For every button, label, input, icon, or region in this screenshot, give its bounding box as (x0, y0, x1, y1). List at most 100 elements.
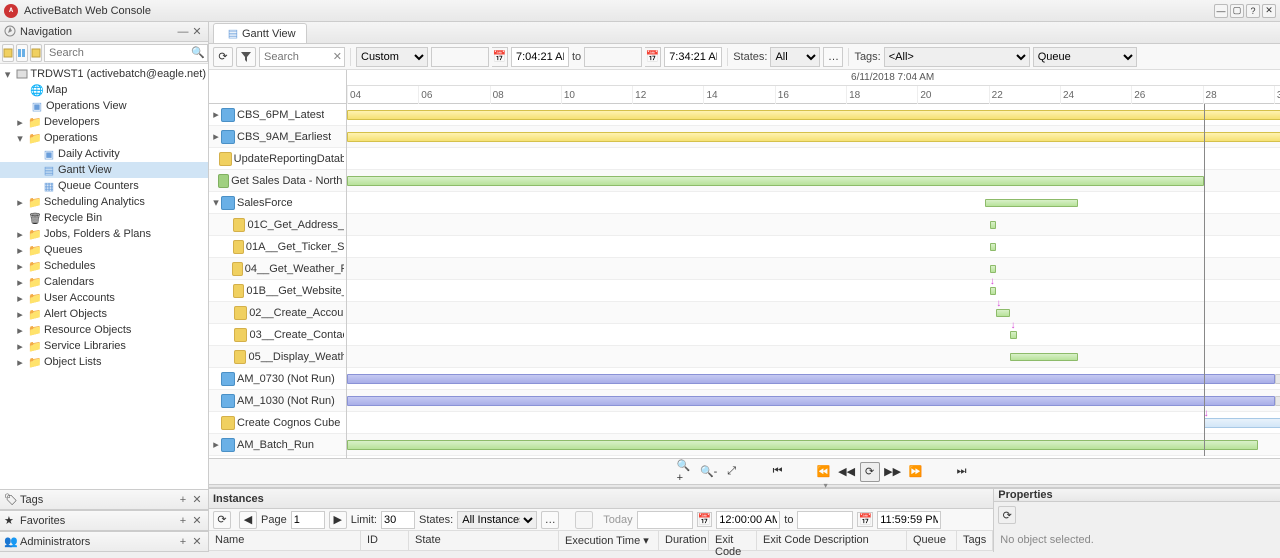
add-icon[interactable]: + (176, 514, 190, 528)
help-button[interactable]: ? (1246, 4, 1260, 18)
gantt-bar[interactable] (1275, 396, 1280, 406)
from-time-input[interactable] (716, 511, 780, 529)
col-tags[interactable]: Tags (957, 531, 993, 550)
panel-close-icon[interactable]: ✕ (190, 25, 204, 39)
gantt-row[interactable] (347, 434, 1280, 456)
gantt-bar[interactable] (996, 309, 1010, 317)
expand-icon[interactable]: ▸ (14, 116, 26, 129)
gantt-row-label[interactable]: AM_0730 (Not Run) (209, 368, 346, 390)
gantt-row-label[interactable]: Get Sales Data - North America (209, 170, 346, 192)
gantt-row-label[interactable]: 01A__Get_Ticker_Symbol (209, 236, 346, 258)
from-time-input[interactable] (511, 47, 569, 67)
gantt-row[interactable] (347, 126, 1280, 148)
gantt-bar[interactable] (985, 199, 1078, 207)
gantt-row-label[interactable]: 03__Create_Contact (209, 324, 346, 346)
nav-tool-1[interactable] (2, 44, 14, 62)
expand-icon[interactable]: ▸ (14, 276, 26, 289)
to-time-input[interactable] (664, 47, 722, 67)
gantt-row-label[interactable]: 02__Create_Account (209, 302, 346, 324)
gantt-row-label[interactable]: ▾SalesForce (209, 192, 346, 214)
calendar-icon[interactable]: 📅 (492, 47, 508, 67)
fit-button[interactable]: ⤢ (722, 462, 742, 482)
maximize-button[interactable]: ▢ (1230, 4, 1244, 18)
expand-icon[interactable]: ▸ (14, 260, 26, 273)
gantt-row[interactable] (347, 390, 1280, 412)
gantt-row[interactable] (347, 148, 1280, 170)
tree-map[interactable]: 🌐Map (0, 82, 208, 98)
rewind-fast-button[interactable]: ⏪ (814, 462, 834, 482)
col-state[interactable]: State (409, 531, 559, 550)
col-execution-time[interactable]: Execution Time ▾ (559, 531, 659, 550)
to-time-input[interactable] (877, 511, 941, 529)
skip-end-button[interactable]: ⏭ (952, 462, 972, 482)
favorites-panel-header[interactable]: ★ Favorites + ✕ (0, 511, 208, 531)
navigation-tree[interactable]: ▾ TRDWST1 (activebatch@eagle.net) 🌐Map ▣… (0, 64, 208, 489)
gantt-row[interactable] (347, 368, 1280, 390)
gantt-row[interactable]: ↓ (347, 280, 1280, 302)
col-exit-code-desc[interactable]: Exit Code Description (757, 531, 907, 550)
gantt-rows[interactable]: ↓↓↓↓ (347, 104, 1280, 456)
states-more-button[interactable]: … (823, 47, 843, 67)
gantt-bar[interactable] (990, 243, 997, 251)
calendar-icon[interactable]: 📅 (857, 512, 873, 527)
col-exit-code[interactable]: Exit Code (709, 531, 757, 550)
nav-tool-3[interactable] (30, 44, 42, 62)
refresh-button[interactable]: ⟳ (213, 47, 233, 67)
gantt-row[interactable] (347, 104, 1280, 126)
gantt-row-label[interactable]: 01B__Get_Website_URL (209, 280, 346, 302)
gantt-row-label[interactable]: 05__Display_Weather (209, 346, 346, 368)
tree-root[interactable]: ▾ TRDWST1 (activebatch@eagle.net) (0, 66, 208, 82)
tree-schedules[interactable]: ▸📁Schedules (0, 258, 208, 274)
expand-icon[interactable]: ▸ (211, 108, 221, 121)
tree-recycle-bin[interactable]: 🗑Recycle Bin (0, 210, 208, 226)
states-more-button[interactable]: … (541, 511, 559, 529)
gantt-row-label[interactable]: 04__Get_Weather_Forecast (209, 258, 346, 280)
expand-icon[interactable]: ▸ (14, 228, 26, 241)
close-icon[interactable]: ✕ (190, 535, 204, 549)
queue-select[interactable]: Queue (1033, 47, 1137, 67)
expand-icon[interactable]: ▸ (14, 308, 26, 321)
gantt-bar[interactable] (990, 265, 997, 273)
gantt-bar[interactable] (347, 176, 1204, 186)
page-input[interactable] (291, 511, 325, 529)
expand-icon[interactable]: ▸ (211, 438, 221, 451)
gantt-bar[interactable] (1275, 374, 1280, 384)
tree-service-libraries[interactable]: ▸📁Service Libraries (0, 338, 208, 354)
col-queue[interactable]: Queue (907, 531, 957, 550)
gantt-row[interactable]: ↓ (347, 412, 1280, 434)
gantt-row-label[interactable]: UpdateReportingDatabase (209, 148, 346, 170)
expand-icon[interactable]: ▾ (14, 132, 26, 145)
tags-select[interactable]: <All> (884, 47, 1030, 67)
gantt-row[interactable] (347, 346, 1280, 368)
tree-scheduling-analytics[interactable]: ▸📁Scheduling Analytics (0, 194, 208, 210)
clear-icon[interactable]: ✕ (333, 50, 342, 63)
horizontal-splitter[interactable] (209, 484, 1280, 488)
close-icon[interactable]: ✕ (190, 514, 204, 528)
page-next-button[interactable]: ▶ (329, 511, 347, 529)
refresh-button[interactable]: ⟳ (213, 511, 231, 529)
rewind-button[interactable]: ◀◀ (837, 462, 857, 482)
gantt-row-label[interactable]: ▸CBS_9AM_Earliest (209, 126, 346, 148)
gantt-row[interactable]: ↓ (347, 324, 1280, 346)
tree-daily-activity[interactable]: ▣Daily Activity (0, 146, 208, 162)
administrators-panel-header[interactable]: 👥 Administrators + ✕ (0, 532, 208, 552)
col-name[interactable]: Name (209, 531, 361, 550)
expand-icon[interactable]: ▸ (14, 292, 26, 305)
expand-icon[interactable]: ▸ (14, 324, 26, 337)
skip-start-button[interactable]: ⏮ (768, 462, 788, 482)
expand-icon[interactable]: ▾ (211, 196, 221, 209)
expand-icon[interactable]: ▸ (14, 356, 26, 369)
expand-icon[interactable]: ▸ (211, 130, 221, 143)
gantt-bar[interactable] (347, 374, 1275, 384)
refresh-button[interactable]: ⟳ (998, 506, 1016, 524)
gantt-bar[interactable] (990, 287, 997, 295)
tree-calendars[interactable]: ▸📁Calendars (0, 274, 208, 290)
from-date-input[interactable] (431, 47, 489, 67)
nav-tool-2[interactable] (16, 44, 28, 62)
gantt-bar[interactable] (347, 440, 1258, 450)
expand-icon[interactable]: ▸ (14, 340, 26, 353)
forward-fast-button[interactable]: ⏩ (906, 462, 926, 482)
zoom-in-button[interactable]: 🔍+ (676, 462, 696, 482)
tags-panel-header[interactable]: 🏷 Tags + ✕ (0, 490, 208, 510)
tree-queues[interactable]: ▸📁Queues (0, 242, 208, 258)
